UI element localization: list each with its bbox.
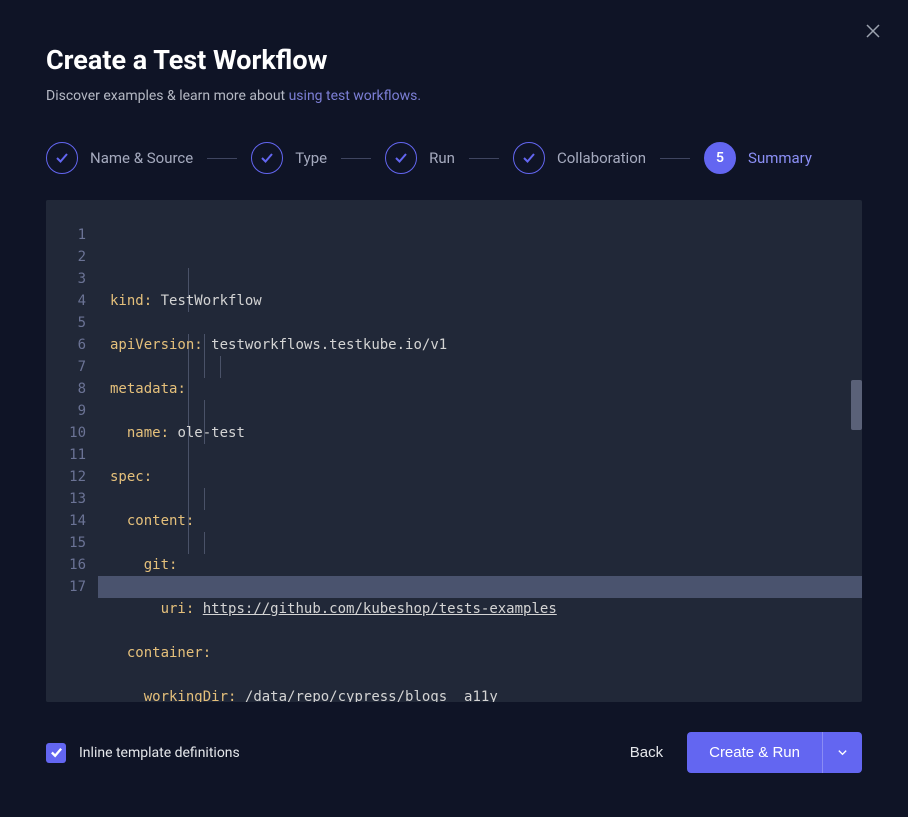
close-button[interactable]: [866, 22, 880, 43]
create-run-dropdown[interactable]: [822, 732, 862, 773]
step-summary[interactable]: 5 Summary: [704, 142, 812, 174]
connector: [469, 158, 499, 159]
chevron-down-icon: [837, 747, 848, 758]
docs-link[interactable]: using test workflows.: [289, 88, 421, 104]
step-type[interactable]: Type: [251, 142, 327, 174]
inline-template-checkbox[interactable]: Inline template definitions: [46, 743, 240, 763]
create-run-button[interactable]: Create & Run: [687, 732, 822, 773]
modal-footer: Inline template definitions Back Create …: [46, 732, 862, 773]
connector: [341, 158, 371, 159]
modal-title: Create a Test Workflow: [46, 44, 862, 76]
connector: [207, 158, 237, 159]
connector: [660, 158, 690, 159]
checkbox-icon[interactable]: [46, 743, 66, 763]
create-workflow-modal: Create a Test Workflow Discover examples…: [0, 0, 908, 817]
back-button[interactable]: Back: [630, 744, 663, 761]
step-collaboration[interactable]: Collaboration: [513, 142, 646, 174]
wizard-stepper: Name & Source Type Run Collaboration 5 S…: [46, 142, 862, 174]
modal-subtitle: Discover examples & learn more about usi…: [46, 88, 862, 104]
step-run[interactable]: Run: [385, 142, 455, 174]
checkbox-label: Inline template definitions: [79, 745, 240, 761]
line-gutter: 1 2 3 4 5 6 7 8 9 10 11 12 13 14 15 16 1…: [46, 200, 98, 702]
yaml-editor[interactable]: 1 2 3 4 5 6 7 8 9 10 11 12 13 14 15 16 1…: [46, 200, 862, 702]
modal-header: Create a Test Workflow Discover examples…: [46, 44, 862, 104]
step-name-source[interactable]: Name & Source: [46, 142, 193, 174]
code-content[interactable]: kind: TestWorkflow apiVersion: testworkf…: [98, 200, 862, 702]
